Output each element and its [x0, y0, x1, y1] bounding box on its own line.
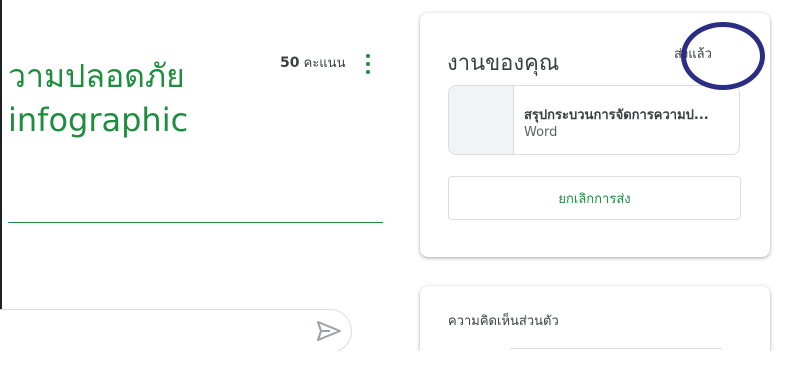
- assignment-title-line-1: วามปลอดภัย: [8, 57, 185, 95]
- attachment-name: สรุปกระบวนการจัดการความป...: [524, 108, 709, 123]
- window-bottom-edge: [0, 351, 808, 385]
- class-comment-input[interactable]: [0, 309, 352, 353]
- header-divider: [8, 222, 383, 223]
- your-work-card: งานของคุณ ส่งแล้ว สรุปกระบวนการจัดการควา…: [420, 13, 770, 257]
- unsubmit-button[interactable]: ยกเลิกการส่ง: [448, 176, 741, 220]
- more-vert-icon[interactable]: [362, 52, 374, 76]
- attachment-thumbnail: [449, 86, 514, 154]
- send-icon[interactable]: [316, 320, 342, 342]
- assignment-title-line-2: infographic: [8, 101, 189, 139]
- attachment-type: Word: [524, 125, 558, 140]
- points-unit: คะแนน: [303, 56, 346, 71]
- points-value: 50: [280, 55, 300, 71]
- points-label: 50 คะแนน: [280, 52, 345, 73]
- your-work-title: งานของคุณ: [447, 51, 560, 76]
- private-comments-title: ความคิดเห็นส่วนตัว: [448, 314, 559, 329]
- attachment-card[interactable]: สรุปกระบวนการจัดการความป... Word: [448, 85, 740, 155]
- assignment-title: วามปลอดภัย infographic: [8, 54, 188, 142]
- submission-status: ส่งแล้ว: [674, 47, 712, 62]
